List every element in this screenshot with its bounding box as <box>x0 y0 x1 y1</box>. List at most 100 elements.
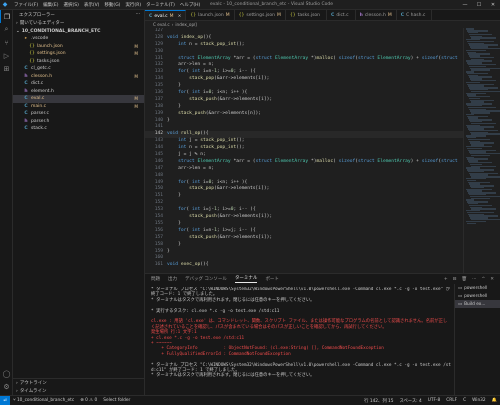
file-tree-item[interactable]: {} tasks.json <box>13 58 144 66</box>
terminal-instance[interactable]: ▭ powershell <box>455 284 500 292</box>
panel-tab[interactable]: 出力 <box>168 276 177 282</box>
file-name: dict.c <box>31 81 44 87</box>
account-icon[interactable]: ◯ <box>0 367 13 380</box>
notification-icon[interactable]: 🔔 <box>489 398 500 404</box>
file-tree-item[interactable]: Cdict.c <box>13 80 144 88</box>
code-text: void index_op(){ <box>167 34 212 40</box>
line-number: 155 <box>154 220 163 226</box>
select-folder-status[interactable]: Select folder <box>100 398 133 403</box>
panel-tab[interactable]: ターミナル <box>234 275 258 283</box>
editor-tab[interactable]: h clesson.h M <box>356 10 397 20</box>
menu-item[interactable]: 実行(R) <box>125 2 141 8</box>
line-number: 157 <box>154 234 163 240</box>
file-name: settings.json <box>37 51 66 57</box>
menu-bar: ファイル(F) 編集(E) 選択(S) 表示(V) 移動(G) 実行(R) ターミナル(T)… <box>10 2 200 8</box>
encoding-status[interactable]: UTF-8 <box>425 398 444 404</box>
editor-tab[interactable]: Cdict.c <box>327 10 356 20</box>
minimap[interactable] <box>463 28 500 273</box>
terminal-instance[interactable]: ▭ Build ex... <box>455 300 500 308</box>
maximize-icon[interactable]: ☐ <box>472 0 486 10</box>
terminal-output[interactable]: * ターミナル プロセス "C:\WINDOWS\System32\Window… <box>151 287 451 395</box>
problems-status[interactable]: ⊗ 0 ⚠ 0 <box>77 398 100 403</box>
header-file-icon: h <box>24 118 28 124</box>
add-terminal-icon[interactable]: + <box>444 277 448 282</box>
tab-label: launch.json <box>198 13 224 18</box>
code-editor[interactable]: 127 128 void index_op(){129 int n = stack_… <box>145 28 463 273</box>
eol-status[interactable]: CRLF <box>443 398 460 404</box>
outline-section[interactable]: › アウトライン <box>13 379 145 387</box>
close-icon[interactable]: ✕ <box>486 0 500 10</box>
file-tree-item[interactable]: h parser.h <box>13 118 144 126</box>
status-bar: ⇌ ⑂ 10_conditional_branch_etc ⊗ 0 ⚠ 0 Se… <box>0 395 500 405</box>
editor-tab[interactable]: {} tasks.json <box>286 10 328 20</box>
git-status-badge: M <box>134 96 138 102</box>
close-tab-icon[interactable]: × <box>178 14 182 19</box>
file-tree-item[interactable]: h clesson.h M <box>13 73 144 81</box>
file-tree-item[interactable]: Ccl_getc.c <box>13 65 144 73</box>
language-status[interactable]: C <box>460 398 469 404</box>
menu-item[interactable]: 移動(G) <box>104 2 120 8</box>
file-tree-item[interactable]: ▸ .vscode <box>13 35 144 43</box>
editor-tab[interactable]: Ceval.c M × <box>145 10 187 20</box>
menu-item[interactable]: ターミナル(T) <box>146 2 175 8</box>
explorer-icon[interactable]: ❐ <box>0 10 13 23</box>
menu-item[interactable]: 選択(S) <box>63 2 78 8</box>
editor-tab[interactable]: {} launch.json M <box>186 10 235 20</box>
extensions-icon[interactable]: ⊞ <box>0 62 13 75</box>
file-name: cl_getc.c <box>31 66 51 72</box>
indent-status[interactable]: スペース: 4 <box>396 398 424 404</box>
code-text: for( int i=n-1; i>=j; i-- ){ <box>178 227 256 233</box>
open-editors-section[interactable]: › 開いているエディター <box>13 19 144 27</box>
maximize-panel-icon[interactable]: ^ <box>481 277 485 282</box>
breadcrumb-symbol[interactable]: index_op() <box>175 22 197 27</box>
code-line: 135 } <box>145 83 463 90</box>
line-number: 144 <box>154 145 163 151</box>
platform-status[interactable]: Win32 <box>469 398 489 404</box>
terminal-instance[interactable]: ▭ powershell <box>455 292 500 300</box>
menu-item[interactable]: ファイル(F) <box>14 2 38 8</box>
file-name: parser.h <box>31 118 50 124</box>
menu-item[interactable]: 編集(E) <box>43 2 58 8</box>
editor-tab[interactable]: CC hash.c <box>397 10 433 20</box>
file-tree-item[interactable]: {} settings.json M <box>13 50 144 58</box>
panel-tab[interactable]: 問題 <box>151 276 160 282</box>
remote-icon[interactable]: ⇌ <box>0 395 10 405</box>
menu-item[interactable]: 表示(V) <box>84 2 100 8</box>
menu-item[interactable]: ヘルプ(H) <box>180 2 200 8</box>
file-tree-item[interactable]: {} launch.json M <box>13 43 144 51</box>
panel-actions: + ⊟ 🗑 ··· ^ ✕ <box>444 277 500 282</box>
file-tree-item[interactable]: Cparser.c <box>13 110 144 118</box>
file-tree-item[interactable]: Ceval.c M <box>13 95 144 103</box>
editor-tab[interactable]: {} settings.json M <box>235 10 286 20</box>
branch-status[interactable]: ⑂ 10_conditional_branch_etc <box>10 398 77 403</box>
panel-tab[interactable]: デバッグ コンソール <box>185 276 227 282</box>
git-status-badge: M <box>134 73 138 79</box>
cursor-position-status[interactable]: 行 142、列 15 <box>361 398 396 404</box>
file-tree-item[interactable]: Cstack.c <box>13 125 144 133</box>
more-icon[interactable]: ··· <box>472 277 476 282</box>
title-bar: ◆ ファイル(F) 編集(E) 選択(S) 表示(V) 移動(G) 実行(R) ターミナル(… <box>0 0 500 10</box>
code-line: 139 stack_push(&arr->elements[n]); <box>145 111 463 118</box>
code-text: stack_push(&arr->elements[n]); <box>178 110 262 116</box>
more-actions-icon[interactable]: ··· <box>136 12 140 17</box>
sidebar-footer: › アウトライン › タイムライン <box>13 378 145 395</box>
code-text: } <box>167 83 181 89</box>
file-tree-item[interactable]: Cmain.c M <box>13 103 144 111</box>
source-control-icon[interactable]: ⑂ <box>0 36 13 49</box>
breadcrumb-file[interactable]: C eval.c <box>153 22 170 27</box>
file-tree-item[interactable]: h element.h <box>13 88 144 96</box>
json-file-icon: {} <box>29 51 35 57</box>
workspace-section[interactable]: ⌄ 10_CONDITIONAL_BRANCH_ETC <box>13 27 144 35</box>
search-icon[interactable]: ⌕ <box>0 23 13 36</box>
code-line: 127 <box>145 28 463 35</box>
code-text: stack_push(&arr->elements[i]); <box>189 96 273 102</box>
run-debug-icon[interactable]: ▷ <box>0 49 13 62</box>
line-number: 153 <box>154 207 163 213</box>
trash-icon[interactable]: 🗑 <box>461 277 467 282</box>
split-icon[interactable]: ⊟ <box>453 277 457 282</box>
close-panel-icon[interactable]: ✕ <box>490 277 494 282</box>
timeline-section[interactable]: › タイムライン <box>13 387 145 395</box>
minimize-icon[interactable]: — <box>458 0 472 10</box>
gear-icon[interactable]: ⚙ <box>0 380 13 393</box>
panel-tab[interactable]: ポート <box>265 276 279 282</box>
